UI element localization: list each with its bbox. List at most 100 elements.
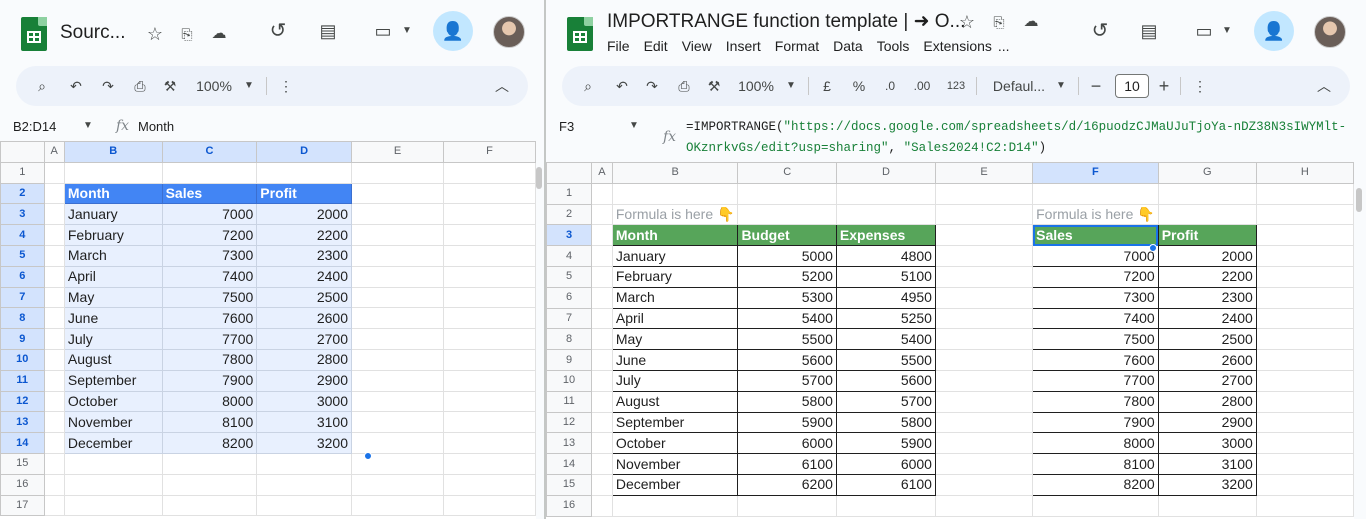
cell[interactable] [1255, 265, 1354, 288]
cell[interactable] [63, 452, 163, 475]
table-cell[interactable]: 7000 [161, 203, 258, 226]
col-header-d[interactable]: D [256, 141, 353, 163]
import-cell[interactable]: 3200 [1157, 473, 1257, 496]
table-cell[interactable]: 6100 [737, 453, 837, 475]
zoom-dropdown-icon[interactable]: ▼ [784, 66, 798, 106]
cell[interactable] [1157, 203, 1257, 226]
table-cell[interactable]: 7500 [161, 286, 258, 309]
cell[interactable] [161, 494, 258, 517]
cell[interactable] [43, 161, 65, 184]
cell[interactable] [351, 224, 445, 246]
cell[interactable] [737, 203, 837, 226]
import-header-cell[interactable]: Sales [1032, 224, 1159, 247]
menu-edit[interactable]: Edit [644, 38, 668, 54]
cell[interactable] [737, 494, 837, 517]
row-header[interactable]: 15 [546, 473, 593, 496]
cell[interactable] [611, 182, 739, 205]
import-cell[interactable]: 7200 [1032, 265, 1159, 288]
table-cell[interactable]: June [611, 349, 739, 371]
decrease-decimal-button[interactable]: .0 [878, 66, 902, 106]
import-cell[interactable]: 7900 [1032, 411, 1159, 434]
cell[interactable] [591, 224, 613, 247]
table-cell[interactable]: 3000 [256, 390, 353, 413]
row-header[interactable]: 15 [0, 452, 45, 475]
col-header-h[interactable]: H [1255, 162, 1354, 184]
cell[interactable] [591, 473, 613, 496]
row-header[interactable]: 14 [546, 453, 593, 475]
right-grid[interactable]: A B C D E F G H 1 2 Formula is here 👇 Formula is he… [546, 162, 1354, 519]
paint-format-icon[interactable]: ⚒ [158, 66, 182, 106]
cell[interactable] [591, 411, 613, 434]
import-cell[interactable]: 2600 [1157, 349, 1257, 371]
cell[interactable] [591, 265, 613, 288]
row-header[interactable]: 1 [0, 161, 45, 184]
menu-tools[interactable]: Tools [877, 38, 910, 54]
table-cell[interactable]: 5700 [737, 369, 837, 392]
cell[interactable] [351, 161, 445, 184]
table-cell[interactable]: 6000 [835, 453, 936, 475]
col-header-a[interactable]: A [591, 162, 613, 184]
table-cell[interactable]: 5200 [737, 265, 837, 288]
cell[interactable] [43, 203, 65, 226]
table-header-cell[interactable]: Profit [256, 182, 353, 205]
increase-decimal-button[interactable]: .00 [908, 66, 936, 106]
print-icon[interactable]: ⎙ [672, 66, 696, 106]
import-cell[interactable]: 7000 [1032, 245, 1159, 267]
cell[interactable] [443, 432, 536, 454]
import-cell[interactable]: 7700 [1032, 369, 1159, 392]
col-header-f[interactable]: F [443, 141, 536, 163]
col-header-c[interactable]: C [161, 141, 258, 163]
cell[interactable] [443, 182, 536, 205]
cell[interactable] [443, 452, 536, 475]
table-cell[interactable]: 2500 [256, 286, 353, 309]
table-cell[interactable]: 5400 [737, 307, 837, 330]
table-header-cell[interactable]: Sales [161, 182, 258, 205]
menu-data[interactable]: Data [833, 38, 863, 54]
formula-bar[interactable]: Month [138, 119, 174, 134]
name-box[interactable]: F3 [559, 119, 574, 134]
avatar[interactable] [1314, 16, 1346, 48]
cell[interactable] [934, 494, 1034, 517]
cell[interactable] [351, 328, 445, 350]
import-cell[interactable]: 2300 [1157, 286, 1257, 309]
table-cell[interactable]: 8100 [161, 411, 258, 434]
row-header[interactable]: 4 [546, 245, 593, 267]
cell[interactable] [1255, 349, 1354, 371]
currency-format-button[interactable]: £ [818, 66, 836, 106]
cell[interactable] [934, 286, 1034, 309]
row-header[interactable]: 12 [0, 390, 45, 413]
import-cell[interactable]: 7400 [1032, 307, 1159, 330]
cell[interactable] [934, 307, 1034, 330]
doc-title[interactable]: IMPORTRANGE function template | ➜ O... [607, 10, 965, 33]
row-header[interactable]: 4 [0, 224, 45, 246]
cell[interactable] [591, 286, 613, 309]
cell[interactable] [351, 369, 445, 392]
table-cell[interactable]: August [611, 390, 739, 413]
zoom-select[interactable]: 100% [734, 66, 778, 106]
cell[interactable] [443, 265, 536, 288]
table-cell[interactable]: 5900 [835, 432, 936, 455]
cell[interactable] [934, 369, 1034, 392]
video-dropdown-icon[interactable]: ▼ [1214, 19, 1240, 43]
cell[interactable] [1255, 182, 1354, 205]
table-cell[interactable]: 2700 [256, 328, 353, 350]
font-select[interactable]: Defaul... [990, 66, 1048, 106]
cell[interactable] [443, 390, 536, 413]
row-header[interactable]: 10 [0, 348, 45, 371]
import-cell[interactable]: 3000 [1157, 432, 1257, 455]
cell[interactable] [591, 494, 613, 517]
table-cell[interactable]: May [63, 286, 163, 309]
name-box-dropdown-icon[interactable]: ▼ [621, 114, 647, 138]
cell[interactable] [351, 473, 445, 496]
row-header[interactable]: 5 [546, 265, 593, 288]
formula-hint[interactable]: Formula is here 👇 [611, 203, 739, 226]
cell[interactable] [443, 224, 536, 246]
row-header[interactable]: 13 [0, 411, 45, 434]
table-cell[interactable]: August [63, 348, 163, 371]
cell[interactable] [934, 349, 1034, 371]
cell[interactable] [835, 182, 936, 205]
menu-file[interactable]: File [607, 38, 630, 54]
table-cell[interactable]: 7400 [161, 265, 258, 288]
import-cell[interactable]: 8200 [1032, 473, 1159, 496]
table-cell[interactable]: January [611, 245, 739, 267]
